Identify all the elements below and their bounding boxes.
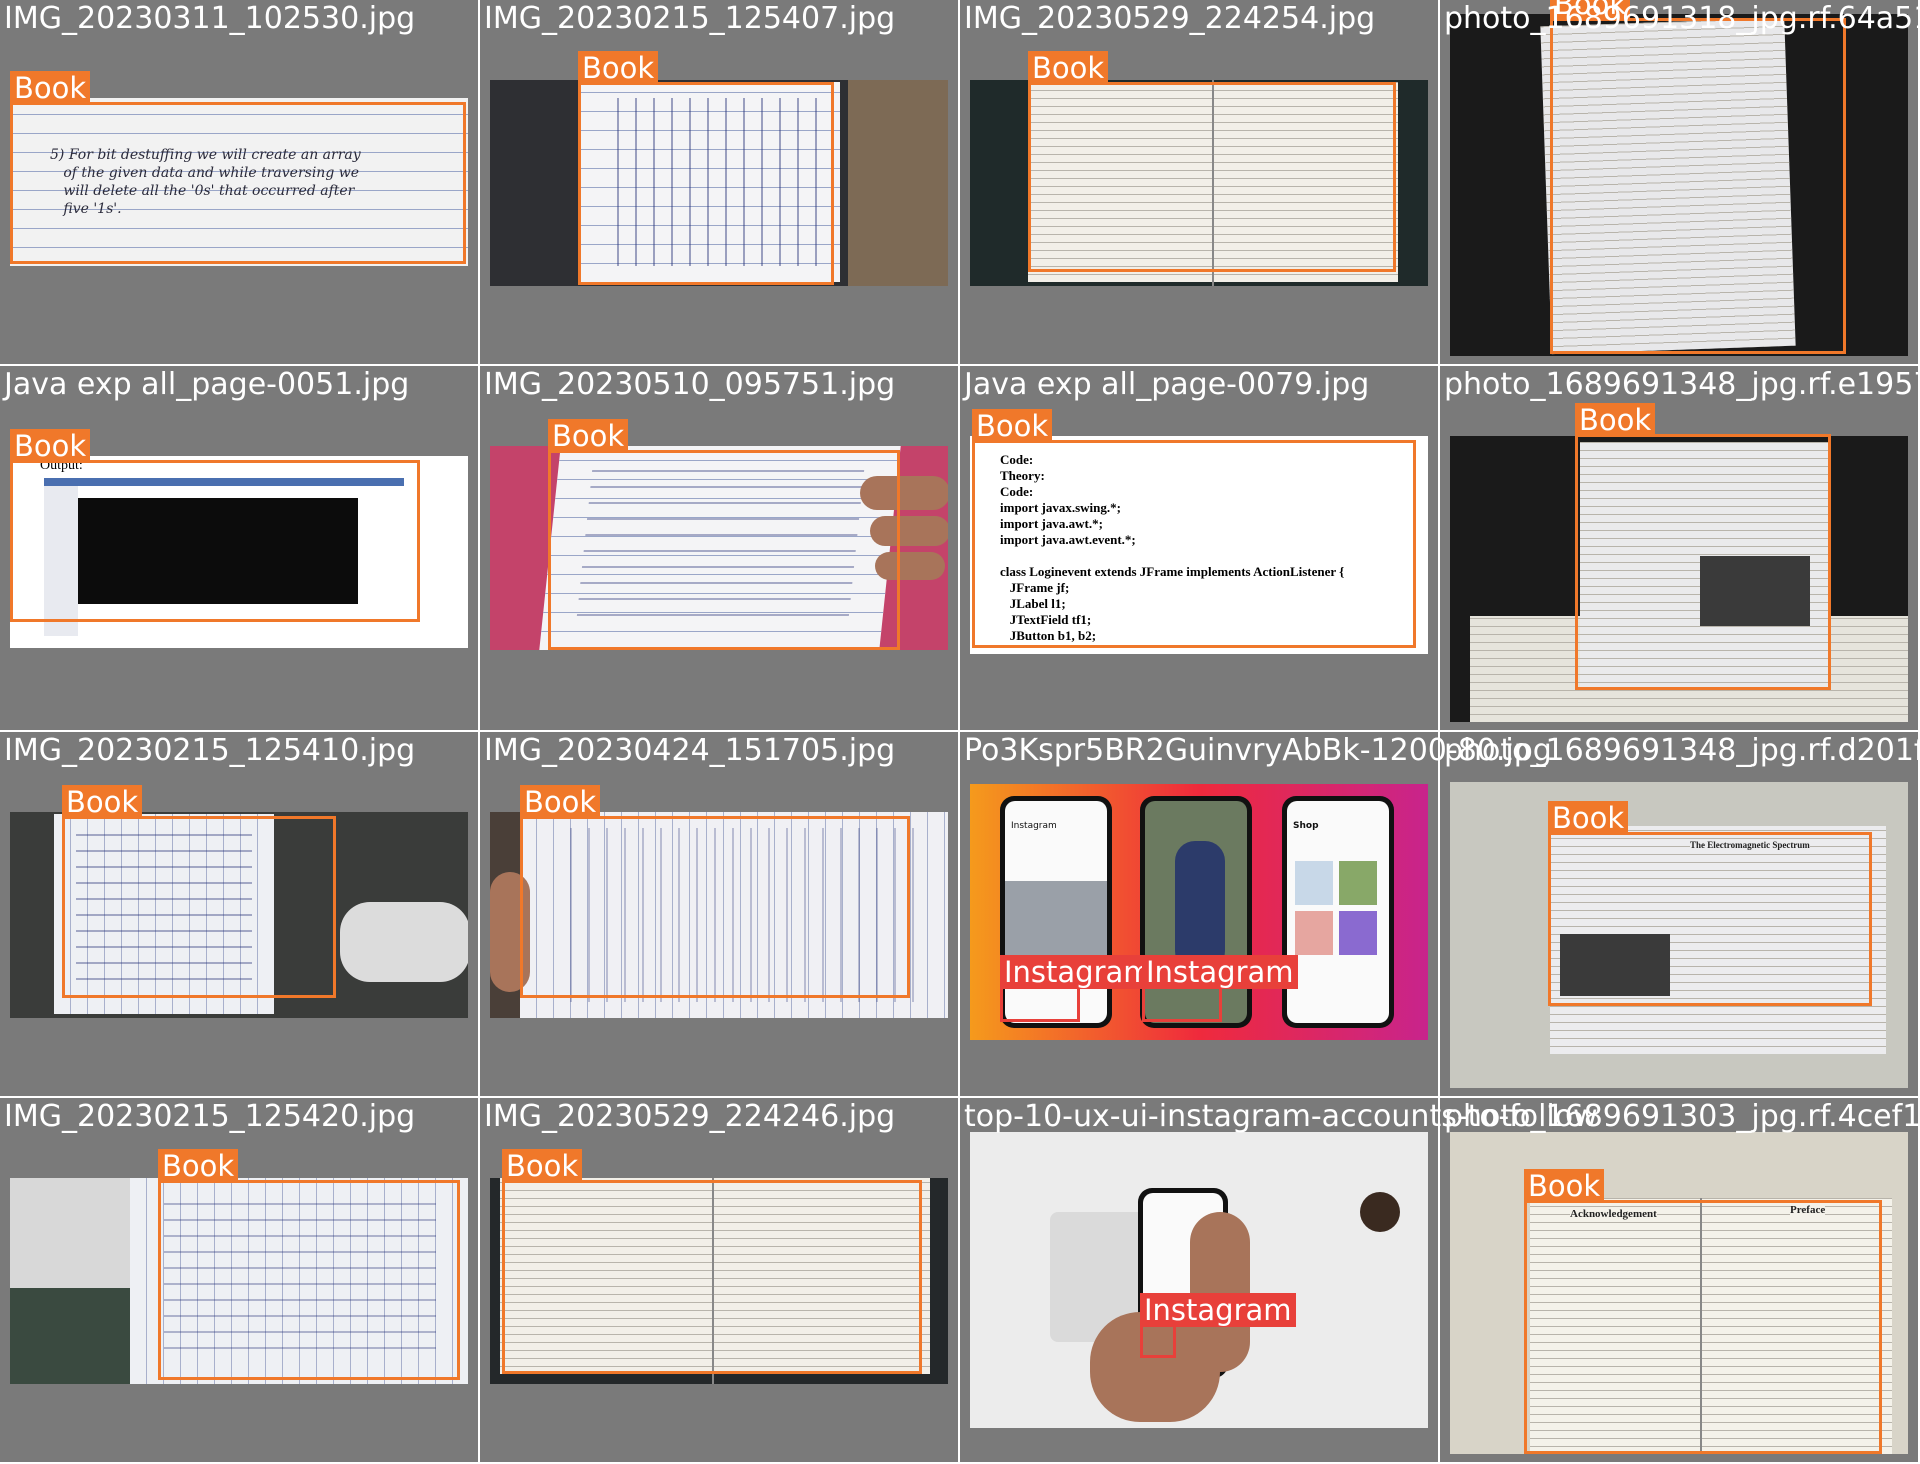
image-filename: Java exp all_page-0051.jpg	[4, 367, 410, 402]
detection-results-grid: IMG_20230311_102530.jpg 5) For bit destu…	[0, 0, 1920, 1464]
detection-label: Book	[62, 785, 143, 819]
detection-label: Instagram	[1000, 955, 1156, 989]
shop-title: Shop	[1293, 821, 1319, 831]
detection-label: Book	[1548, 801, 1629, 835]
image-filename: IMG_20230510_095751.jpg	[484, 367, 896, 402]
instagram-bounding-box: Instagram	[1140, 1293, 1296, 1358]
image-filename: IMG_20230529_224246.jpg	[484, 1099, 896, 1134]
book-bounding-box: Book	[548, 419, 900, 650]
detection-label: Book	[1524, 1169, 1605, 1203]
result-tile: Po3Kspr5BR2GuinvryAbBk-1200-80.jpg Insta…	[960, 732, 1552, 1096]
result-tile: Java exp all_page-0051.jpg Output: Book	[0, 366, 478, 730]
detection-label: Book	[578, 51, 659, 85]
image-thumbnail	[970, 1132, 1428, 1428]
image-filename: IMG_20230215_125410.jpg	[4, 733, 416, 768]
result-tile: photo_1689691348_jpg.rf.d201f4 The Elect…	[1440, 732, 1920, 1096]
result-tile: IMG_20230215_125407.jpg Book	[480, 0, 958, 364]
image-filename: IMG_20230215_125420.jpg	[4, 1099, 416, 1134]
app-title: Instagram	[1011, 821, 1057, 831]
result-tile: photo_1689691348_jpg.rf.e1957 Book	[1440, 366, 1920, 730]
result-tile: IMG_20230311_102530.jpg 5) For bit destu…	[0, 0, 478, 364]
instagram-bounding-box: Instagram	[1142, 955, 1298, 1022]
book-bounding-box: Book	[520, 785, 910, 998]
image-filename: photo_1689691348_jpg.rf.e1957	[1444, 367, 1920, 402]
result-tile: IMG_20230215_125420.jpg Book	[0, 1098, 478, 1462]
book-bounding-box: Book	[10, 71, 466, 264]
book-bounding-box: Book	[1550, 0, 1846, 354]
image-filename: photo_1689691348_jpg.rf.d201f4	[1444, 733, 1920, 768]
detection-label: Book	[972, 409, 1053, 443]
book-bounding-box: Book	[158, 1149, 460, 1380]
book-bounding-box: Book	[972, 409, 1416, 648]
detection-label: Instagram	[1140, 1293, 1296, 1327]
detection-label: Book	[10, 429, 91, 463]
result-tile: IMG_20230529_224246.jpg Book	[480, 1098, 958, 1462]
result-tile: IMG_20230510_095751.jpg Book	[480, 366, 958, 730]
book-bounding-box: Book	[1548, 801, 1872, 1006]
detection-label: Book	[10, 71, 91, 105]
book-bounding-box: Book	[578, 51, 834, 285]
book-bounding-box: Book	[10, 429, 420, 622]
result-tile: Java exp all_page-0079.jpg Code: Theory:…	[960, 366, 1438, 730]
book-bounding-box: Book	[502, 1149, 922, 1374]
image-filename: IMG_20230215_125407.jpg	[484, 1, 896, 36]
image-filename: photo_1689691318_jpg.rf.64a51	[1444, 1, 1920, 36]
image-filename: photo_1689691303_jpg.rf.4cef1b	[1444, 1099, 1920, 1134]
result-tile: IMG_20230529_224254.jpg Book	[960, 0, 1438, 364]
detection-label: Book	[1028, 51, 1109, 85]
detection-label: Book	[502, 1149, 583, 1183]
book-bounding-box: Book	[1575, 403, 1831, 690]
result-tile: photo_1689691318_jpg.rf.64a51 Book	[1440, 0, 1920, 364]
book-bounding-box: Book	[1524, 1169, 1882, 1454]
detection-label: Book	[1575, 403, 1656, 437]
image-filename: Java exp all_page-0079.jpg	[964, 367, 1370, 402]
detection-label: Book	[520, 785, 601, 819]
result-tile: photo_1689691303_jpg.rf.4cef1b Acknowled…	[1440, 1098, 1920, 1462]
instagram-bounding-box: Instagram	[1000, 955, 1156, 1022]
book-bounding-box: Book	[1028, 51, 1396, 272]
image-filename: IMG_20230311_102530.jpg	[4, 1, 416, 36]
result-tile: top-10-ux-ui-instagram-accounts-to-follo…	[960, 1098, 1598, 1462]
image-filename: IMG_20230424_151705.jpg	[484, 733, 896, 768]
detection-label: Book	[548, 419, 629, 453]
image-filename: IMG_20230529_224254.jpg	[964, 1, 1376, 36]
book-bounding-box: Book	[62, 785, 336, 998]
result-tile: IMG_20230424_151705.jpg Book	[480, 732, 958, 1096]
detection-label: Book	[158, 1149, 239, 1183]
result-tile: IMG_20230215_125410.jpg Book	[0, 732, 478, 1096]
detection-label: Instagram	[1142, 955, 1298, 989]
